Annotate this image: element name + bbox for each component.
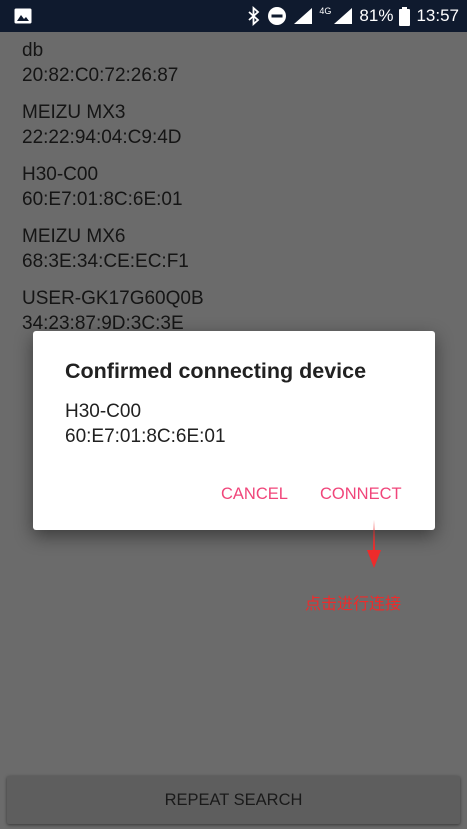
- do-not-disturb-icon: [268, 7, 287, 25]
- connect-button[interactable]: CONNECT: [314, 481, 408, 508]
- device-list-item[interactable]: MEIZU MX3 22:22:94:04:C9:4D: [0, 94, 467, 156]
- clock-time: 13:57: [416, 6, 459, 25]
- device-name: USER-GK17G60Q0B: [22, 288, 204, 309]
- repeat-search-button[interactable]: REPEAT SEARCH: [7, 776, 460, 824]
- device-list-item[interactable]: H30-C00 60:E7:01:8C:6E:01: [0, 156, 467, 218]
- battery-icon: [399, 6, 411, 26]
- annotation-arrow-icon: [367, 520, 381, 568]
- image-notification-icon: [14, 8, 32, 24]
- confirm-connect-dialog: Confirmed connecting device H30-C00 60:E…: [33, 331, 435, 530]
- bluetooth-icon: [248, 6, 260, 26]
- network-type-label: 4G: [319, 6, 332, 16]
- device-list-item[interactable]: db 20:82:C0:72:26:87: [0, 32, 467, 94]
- cancel-button[interactable]: CANCEL: [215, 481, 294, 508]
- device-name: H30-C00: [22, 164, 99, 185]
- cellular-signal-icon: [334, 8, 353, 24]
- dialog-device-name: H30-C00: [65, 401, 142, 422]
- device-address: 20:82:C0:72:26:87: [22, 65, 179, 86]
- device-address: 60:E7:01:8C:6E:01: [22, 189, 183, 210]
- device-list-item[interactable]: MEIZU MX6 68:3E:34:CE:EC:F1: [0, 218, 467, 280]
- dialog-device-address: 60:E7:01:8C:6E:01: [65, 426, 226, 447]
- wifi-signal-icon: [294, 8, 313, 24]
- status-bar: 4G 81% 13:57: [0, 0, 467, 32]
- battery-percent: 81%: [359, 6, 394, 25]
- annotation-text: 点击进行连接: [305, 594, 402, 613]
- device-list: db 20:82:C0:72:26:87 MEIZU MX3 22:22:94:…: [0, 32, 467, 342]
- device-name: db: [22, 40, 44, 61]
- device-address: 68:3E:34:CE:EC:F1: [22, 251, 189, 272]
- dialog-title: Confirmed connecting device: [65, 359, 367, 383]
- device-address: 22:22:94:04:C9:4D: [22, 127, 182, 148]
- device-name: MEIZU MX6: [22, 226, 126, 247]
- status-icons: 4G 81% 13:57: [247, 0, 459, 32]
- device-name: MEIZU MX3: [22, 102, 126, 123]
